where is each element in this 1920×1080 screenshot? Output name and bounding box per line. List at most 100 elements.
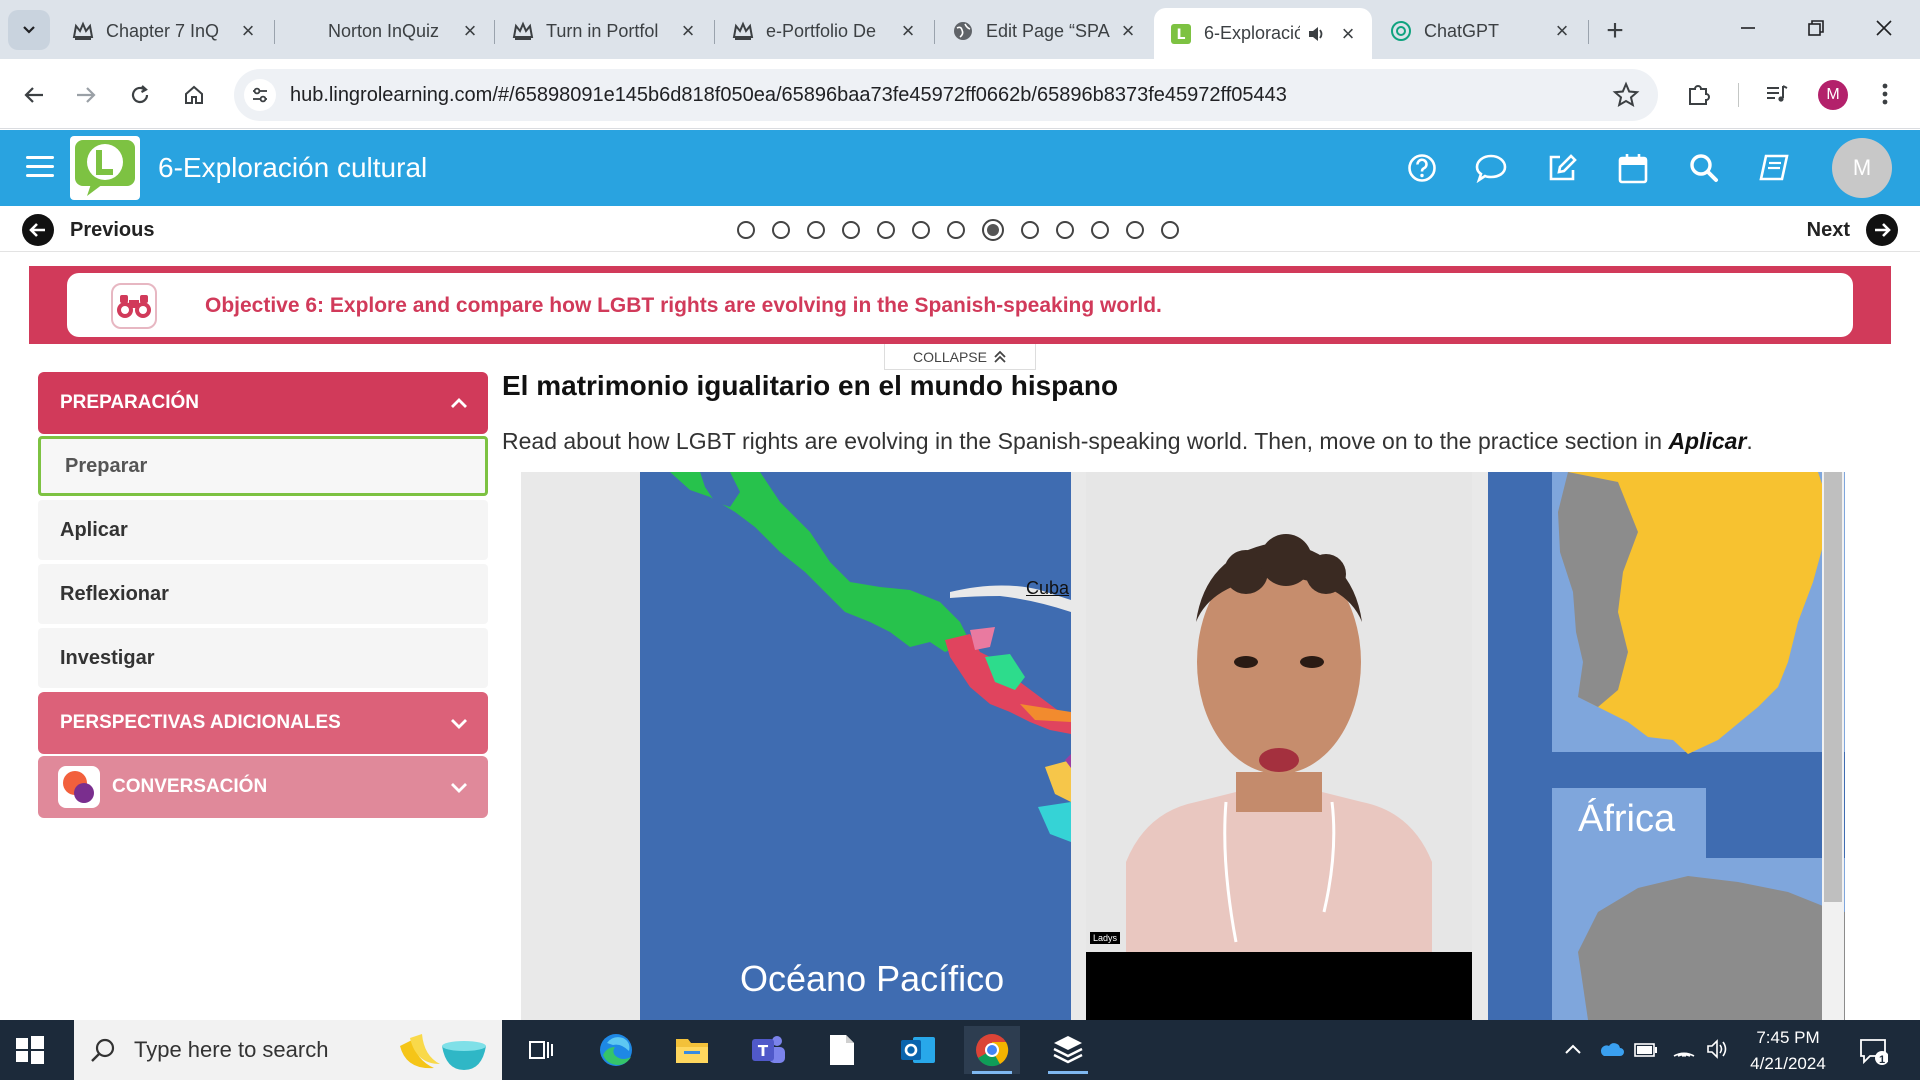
profile-avatar[interactable]: M bbox=[1818, 80, 1848, 110]
user-avatar[interactable]: M bbox=[1832, 138, 1892, 198]
calendar-icon bbox=[1618, 154, 1648, 184]
outlook-app[interactable] bbox=[890, 1026, 946, 1074]
browser-tab-3[interactable]: Turn in Portfol × bbox=[496, 8, 712, 54]
help-button[interactable] bbox=[1404, 150, 1440, 186]
progress-dot[interactable] bbox=[1021, 221, 1039, 239]
windows-start-icon[interactable] bbox=[14, 1034, 46, 1066]
next-label: Next bbox=[1806, 218, 1850, 241]
browser-tab-5[interactable]: Edit Page “SPA × bbox=[936, 8, 1152, 54]
progress-dot[interactable] bbox=[947, 221, 965, 239]
previous-button[interactable]: Previous bbox=[22, 214, 154, 246]
progress-dot[interactable] bbox=[877, 221, 895, 239]
chrome-app[interactable] bbox=[964, 1026, 1020, 1074]
back-button[interactable] bbox=[14, 75, 54, 115]
progress-dot[interactable] bbox=[1126, 221, 1144, 239]
close-icon[interactable]: × bbox=[1550, 18, 1574, 43]
media-controls-button[interactable] bbox=[1760, 77, 1794, 111]
minimize-button[interactable] bbox=[1724, 8, 1772, 48]
home-button[interactable] bbox=[174, 75, 214, 115]
browser-tab-1[interactable]: Chapter 7 InQ × bbox=[56, 8, 272, 54]
address-bar[interactable]: hub.lingrolearning.com/#/65898091e145b6d… bbox=[234, 69, 1658, 121]
star-icon[interactable] bbox=[1612, 81, 1640, 109]
search-button[interactable] bbox=[1686, 150, 1722, 186]
wifi-icon[interactable] bbox=[1672, 1038, 1696, 1060]
extensions-button[interactable] bbox=[1682, 77, 1716, 111]
progress-dot[interactable] bbox=[807, 221, 825, 239]
intro-end: . bbox=[1746, 428, 1753, 454]
menu-icon[interactable] bbox=[26, 156, 54, 178]
layers-app[interactable] bbox=[1040, 1026, 1096, 1074]
tab-title: ChatGPT bbox=[1424, 20, 1500, 41]
arrow-right-icon bbox=[77, 87, 96, 103]
close-icon[interactable]: × bbox=[1116, 18, 1140, 43]
forward-button[interactable] bbox=[66, 75, 106, 115]
chevron-down-icon bbox=[23, 26, 35, 34]
book-icon bbox=[1759, 154, 1789, 181]
teams-app[interactable]: T bbox=[740, 1026, 796, 1074]
speaker-icon[interactable] bbox=[1306, 24, 1326, 44]
progress-dots bbox=[737, 219, 1196, 241]
map-label-cuba[interactable]: Cuba bbox=[1026, 578, 1069, 599]
sidebar-item-preparar[interactable]: Preparar bbox=[38, 436, 488, 496]
url-text[interactable]: hub.lingrolearning.com/#/65898091e145b6d… bbox=[290, 84, 1287, 107]
sidebar-item-investigar[interactable]: Investigar bbox=[38, 628, 488, 688]
task-view-button[interactable] bbox=[512, 1026, 568, 1074]
chevron-up-icon[interactable] bbox=[1564, 1042, 1582, 1056]
browser-tab-2[interactable]: Norton InQuiz × bbox=[278, 8, 494, 54]
next-button[interactable]: Next bbox=[1807, 214, 1898, 246]
media-scrollbar-thumb[interactable] bbox=[1824, 472, 1842, 902]
close-icon[interactable]: × bbox=[896, 18, 920, 43]
onedrive-icon[interactable] bbox=[1598, 1040, 1624, 1058]
taskbar-search-box[interactable]: Type here to search bbox=[74, 1020, 502, 1080]
notepad-app[interactable] bbox=[814, 1026, 870, 1074]
glossary-button[interactable] bbox=[1756, 150, 1792, 186]
progress-dot[interactable] bbox=[912, 221, 930, 239]
progress-dot[interactable] bbox=[772, 221, 790, 239]
progress-dot[interactable] bbox=[1091, 221, 1109, 239]
tab-title: Edit Page “SPA bbox=[986, 20, 1110, 41]
lingro-logo[interactable] bbox=[70, 136, 140, 200]
restore-button[interactable] bbox=[1792, 8, 1840, 48]
file-explorer-app[interactable] bbox=[664, 1026, 720, 1074]
progress-dot[interactable] bbox=[1056, 221, 1074, 239]
close-icon[interactable]: × bbox=[1336, 21, 1360, 46]
chrome-menu-button[interactable] bbox=[1868, 77, 1902, 111]
site-settings-icon[interactable] bbox=[244, 79, 276, 111]
search-placeholder: Type here to search bbox=[134, 1037, 329, 1062]
video-player[interactable]: Ladys bbox=[1086, 472, 1472, 1020]
new-tab-button[interactable]: + bbox=[1598, 14, 1632, 48]
clock-date[interactable]: 4/21/2024 bbox=[1740, 1054, 1836, 1074]
close-icon[interactable]: × bbox=[458, 18, 482, 43]
sidebar-item-aplicar[interactable]: Aplicar bbox=[38, 500, 488, 560]
tab-search-button[interactable] bbox=[8, 10, 50, 50]
chat-button[interactable] bbox=[1473, 150, 1509, 186]
progress-dot[interactable] bbox=[1161, 221, 1179, 239]
section-preparacion[interactable]: PREPARACIÓN bbox=[38, 372, 488, 434]
calendar-button[interactable] bbox=[1615, 150, 1651, 186]
section-perspectivas-adicionales[interactable]: PERSPECTIVAS ADICIONALES bbox=[38, 692, 488, 754]
media-viewer[interactable]: Cuba Océano Pacífico Ladys África bbox=[521, 472, 1845, 1020]
collapse-button[interactable]: COLLAPSE bbox=[884, 344, 1036, 370]
close-icon[interactable]: × bbox=[236, 18, 260, 43]
progress-dot[interactable] bbox=[737, 221, 755, 239]
svg-text:T: T bbox=[758, 1042, 769, 1060]
section-label: PERSPECTIVAS ADICIONALES bbox=[60, 712, 341, 733]
reload-button[interactable] bbox=[120, 75, 160, 115]
clock-time[interactable]: 7:45 PM bbox=[1746, 1028, 1830, 1048]
close-icon[interactable]: × bbox=[676, 18, 700, 43]
more-vertical-icon bbox=[1882, 83, 1888, 105]
tab-title: Chapter 7 InQ bbox=[106, 20, 220, 41]
close-window-button[interactable] bbox=[1860, 8, 1908, 48]
sidebar-item-reflexionar[interactable]: Reflexionar bbox=[38, 564, 488, 624]
volume-icon[interactable] bbox=[1706, 1038, 1730, 1060]
edge-app[interactable] bbox=[588, 1026, 644, 1074]
battery-icon[interactable] bbox=[1634, 1042, 1658, 1058]
progress-dot-current[interactable] bbox=[982, 219, 1004, 241]
browser-tab-6-active[interactable]: L 6-Exploración × bbox=[1154, 8, 1372, 59]
progress-dot[interactable] bbox=[842, 221, 860, 239]
browser-tab-7[interactable]: ChatGPT × bbox=[1374, 8, 1586, 54]
edit-button[interactable] bbox=[1544, 150, 1580, 186]
section-conversacion[interactable]: CONVERSACIÓN bbox=[38, 756, 488, 818]
map-label-ocean: Océano Pacífico bbox=[740, 958, 1005, 999]
browser-tab-4[interactable]: e-Portfolio De × bbox=[716, 8, 932, 54]
